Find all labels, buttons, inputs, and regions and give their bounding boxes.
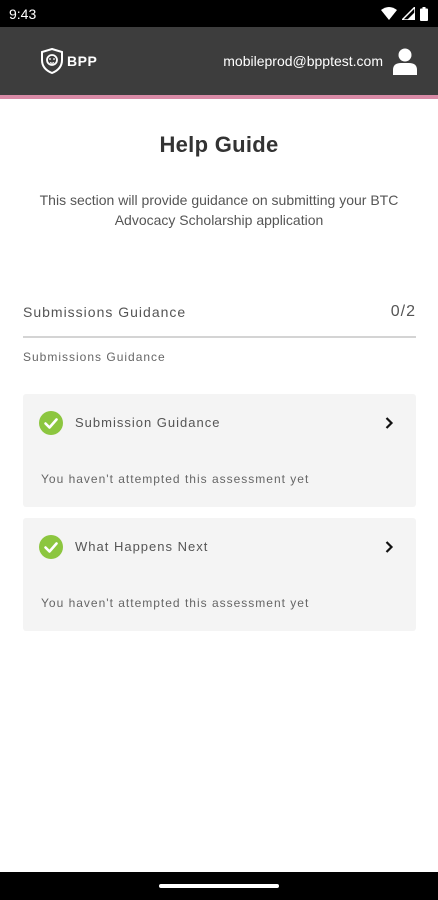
app-header: BPP mobileprod@bpptest.com: [0, 27, 438, 95]
check-circle-icon: [39, 411, 63, 435]
brand-name: BPP: [67, 53, 98, 69]
battery-icon: [420, 6, 428, 21]
system-navigation-bar: [0, 872, 438, 900]
page-description: This section will provide guidance on su…: [39, 192, 399, 228]
section-title: Submissions Guidance: [23, 304, 187, 320]
header-accent-line: [0, 95, 438, 99]
chevron-right-icon[interactable]: [384, 416, 394, 430]
home-gesture-handle[interactable]: [159, 884, 279, 888]
card-title: What Happens Next: [75, 539, 209, 554]
signal-icon: [402, 7, 415, 20]
card-status: You haven't attempted this assessment ye…: [41, 472, 310, 486]
card-status: You haven't attempted this assessment ye…: [41, 596, 310, 610]
section-subtitle: Submissions Guidance: [23, 350, 166, 364]
user-icon[interactable]: [393, 48, 417, 75]
check-circle-icon: [39, 535, 63, 559]
brand-logo[interactable]: BPP: [40, 48, 97, 74]
section-header: Submissions Guidance 0/2: [23, 300, 416, 338]
chevron-right-icon[interactable]: [384, 540, 394, 554]
wifi-icon: [381, 7, 397, 20]
status-time: 9:43: [9, 5, 37, 22]
assessment-card[interactable]: Submission Guidance You haven't attempte…: [23, 394, 416, 507]
user-email: mobileprod@bpptest.com: [223, 53, 383, 69]
section-progress-count: 0/2: [390, 303, 416, 320]
assessment-card[interactable]: What Happens Next You haven't attempted …: [23, 518, 416, 631]
status-icons: [381, 6, 428, 21]
lion-shield-icon: [41, 48, 63, 74]
account-area[interactable]: mobileprod@bpptest.com: [223, 48, 417, 75]
card-title: Submission Guidance: [75, 415, 221, 430]
page-title: Help Guide: [159, 132, 279, 157]
status-bar: 9:43: [0, 0, 438, 27]
